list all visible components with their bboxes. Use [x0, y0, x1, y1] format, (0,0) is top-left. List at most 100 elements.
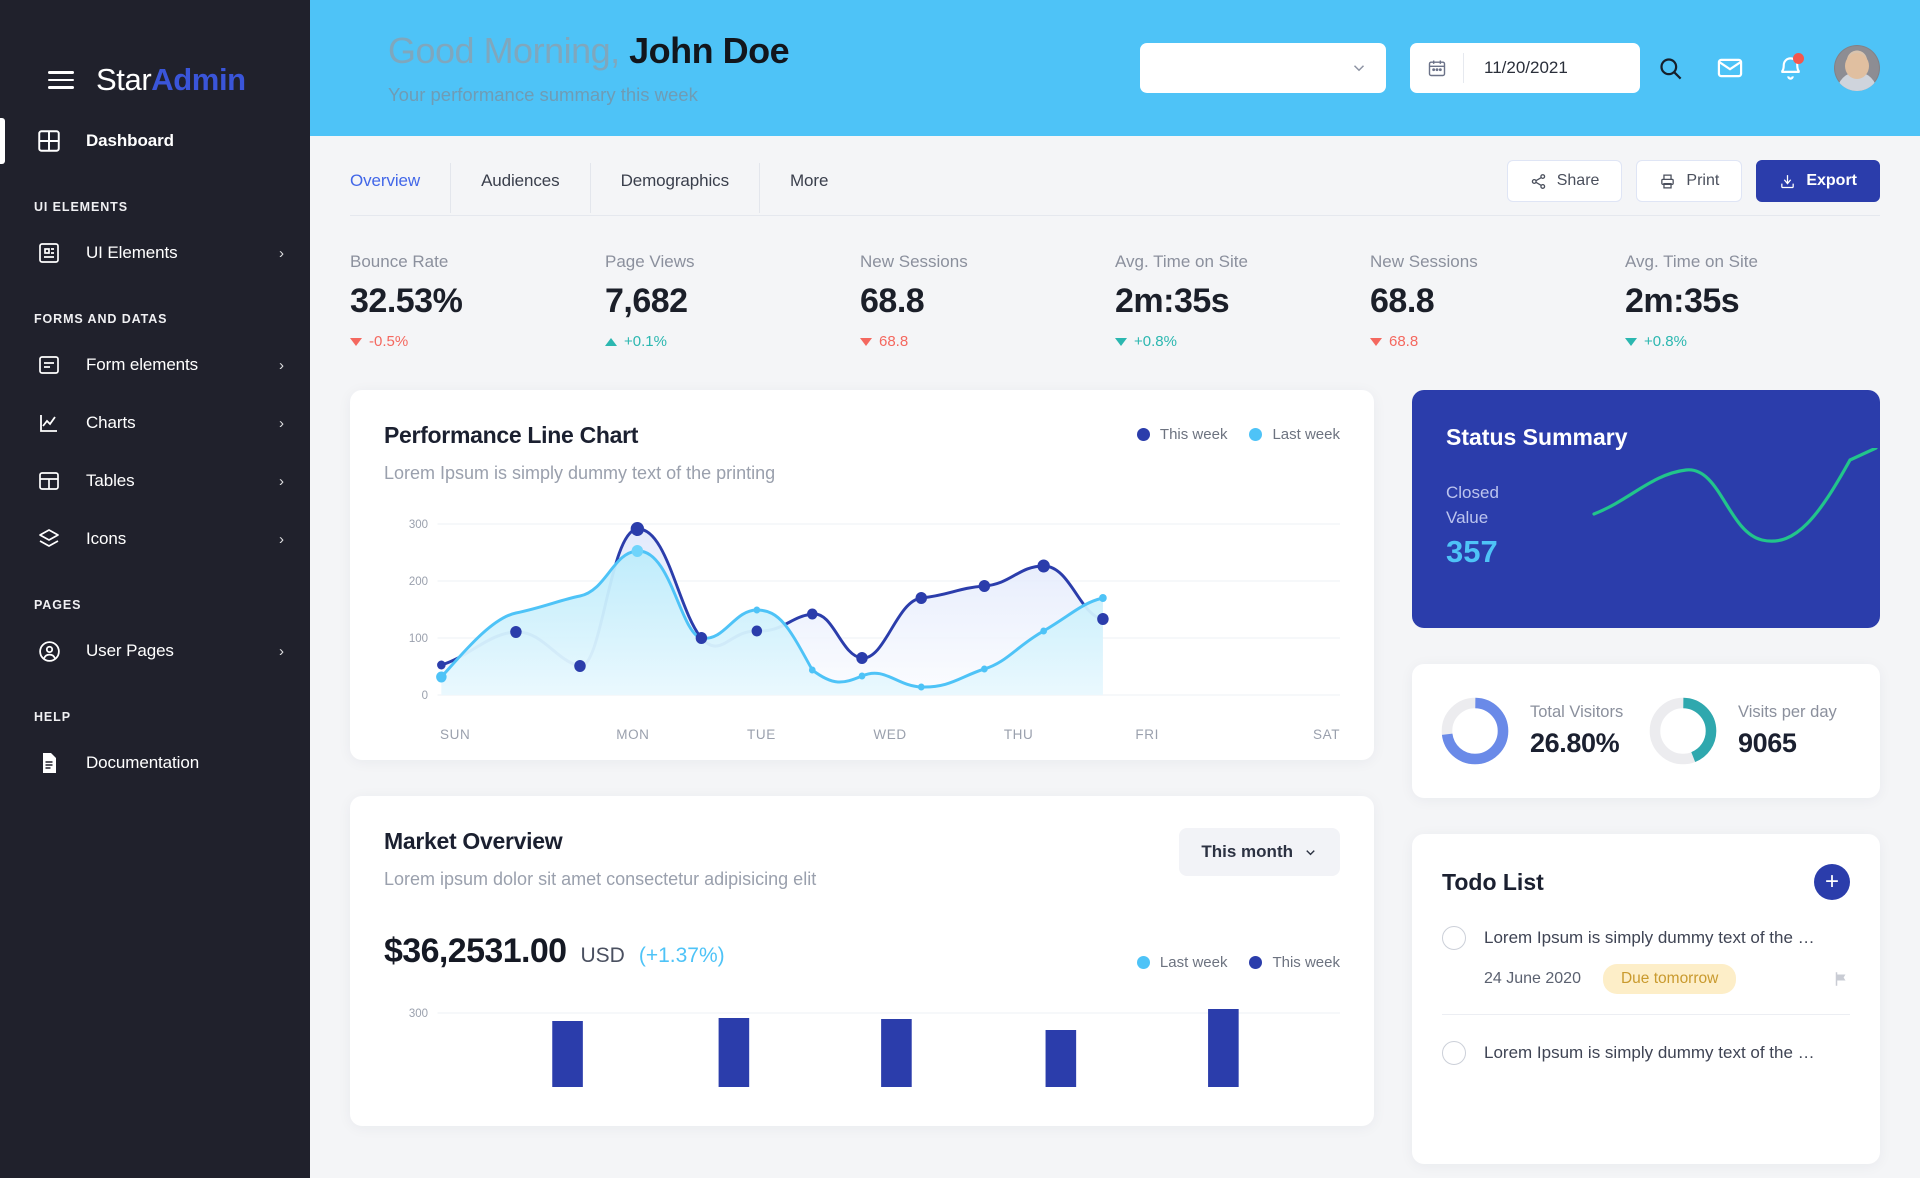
svg-text:200: 200 [409, 575, 429, 588]
x-tick: SAT [1312, 727, 1341, 742]
list-item[interactable]: Lorem Ipsum is simply dummy text of the … [1442, 900, 1850, 1015]
legend-item: Last week [1136, 954, 1227, 971]
market-legend: Last week This week [1136, 950, 1340, 971]
list-item[interactable]: Lorem Ipsum is simply dummy text of the … [1442, 1015, 1850, 1085]
status-summary-card: Status Summary Closed Value 357 [1412, 390, 1880, 628]
print-button[interactable]: Print [1636, 160, 1743, 202]
chevron-down-icon [1353, 65, 1365, 72]
todo-meta: 24 June 2020 Due tomorrow [1442, 964, 1850, 994]
sidebar-item-tables[interactable]: Tables › [0, 452, 310, 510]
kpi-avg-time-1: Avg. Time on Site 2m:35s +0.8% [1115, 252, 1370, 350]
brand: StarAdmin [0, 0, 310, 112]
sidebar-item-form-elements[interactable]: Form elements › [0, 336, 310, 394]
trend-down-icon [350, 337, 362, 346]
brand-star: Star [96, 62, 152, 97]
sidebar-item-label: Dashboard [86, 131, 174, 150]
trend-down-icon [1625, 337, 1637, 346]
date-picker[interactable]: 11/20/2021 [1410, 43, 1640, 93]
export-label: Export [1806, 172, 1857, 189]
todo-line: Lorem Ipsum is simply dummy text of the … [1442, 926, 1850, 950]
tab-demographics[interactable]: Demographics [591, 163, 760, 213]
print-label: Print [1686, 172, 1720, 189]
kpi-new-sessions-2: New Sessions 68.8 68.8 [1370, 252, 1625, 350]
kpi-delta: -0.5% [350, 333, 605, 350]
search-icon[interactable] [1640, 43, 1700, 93]
legend-label: This week [1159, 426, 1228, 443]
chevron-down-icon [1306, 849, 1315, 855]
donut-total-visitors: Total Visitors 26.80% [1438, 694, 1646, 768]
chevron-right-icon: › [279, 244, 284, 262]
market-amount-row: $36,2531.00 USD (+1.37%) Last week This … [384, 890, 1340, 971]
sidebar-item-label: Icons [86, 529, 127, 548]
kpi-label: New Sessions [1370, 252, 1478, 271]
sidebar-item-icons[interactable]: Icons › [0, 510, 310, 568]
sidebar-item-ui-elements[interactable]: UI Elements › [0, 224, 310, 282]
status-badge: Due tomorrow [1602, 964, 1737, 994]
tab-audiences[interactable]: Audiences [451, 163, 591, 213]
chevron-right-icon: › [279, 414, 284, 432]
avatar[interactable] [1834, 45, 1880, 91]
export-icon [1781, 174, 1795, 188]
total-visitors-donut [1441, 697, 1509, 765]
export-button[interactable]: Export [1756, 160, 1880, 202]
donut-label: Total Visitors [1530, 703, 1624, 721]
legend-dot [1249, 428, 1263, 441]
trend-up-icon [605, 337, 617, 346]
kpi-delta-text: 68.8 [1389, 333, 1419, 350]
kpi-value: 68.8 [1370, 282, 1435, 320]
period-select[interactable] [1140, 43, 1386, 93]
card-header: Performance Line Chart Lorem Ipsum is si… [384, 422, 1340, 484]
sidebar-section-help: HELP [34, 710, 71, 724]
market-plot: 300 [384, 997, 1340, 1100]
kpi-delta-text: +0.1% [624, 333, 667, 350]
sidebar-item-label: Documentation [86, 753, 200, 772]
calendar-icon [1410, 53, 1464, 83]
todo-text: Lorem Ipsum is simply dummy text of the … [1484, 928, 1815, 947]
card-title: Market Overview [384, 828, 563, 854]
sidebar-item-user-pages[interactable]: User Pages › [0, 622, 310, 680]
svg-text:300: 300 [409, 1007, 429, 1020]
topbar-controls: 11/20/2021 [1140, 43, 1880, 93]
add-todo-button[interactable]: + [1814, 864, 1850, 900]
x-tick: SUN [440, 727, 471, 742]
market-change: (+1.37%) [638, 944, 725, 967]
sidebar-item-documentation[interactable]: Documentation [0, 734, 310, 792]
flag-icon[interactable] [1832, 970, 1850, 988]
sidebar-section-forms-and-datas: FORMS AND DATAS [34, 312, 168, 326]
tab-more[interactable]: More [760, 163, 858, 213]
share-button[interactable]: Share [1506, 160, 1623, 202]
mail-icon[interactable] [1700, 43, 1760, 93]
svg-text:300: 300 [409, 518, 429, 531]
card-header: Market Overview Lorem ipsum dolor sit am… [384, 828, 1340, 890]
todo-checkbox[interactable] [1442, 1041, 1466, 1065]
chart-icon [34, 408, 64, 438]
tab-overview[interactable]: Overview [350, 163, 452, 213]
todo-checkbox[interactable] [1442, 926, 1466, 950]
chevron-right-icon: › [279, 472, 284, 490]
kpi-row: Bounce Rate 32.53% -0.5% Page Views 7,68… [350, 216, 1880, 350]
share-icon [1531, 173, 1545, 189]
kpi-delta: +0.8% [1115, 333, 1370, 350]
status-sparkline [1592, 448, 1878, 543]
status-summary-title: Status Summary [1446, 424, 1628, 450]
sidebar-item-charts[interactable]: Charts › [0, 394, 310, 452]
topbar: Good Morning, John Doe Your performance … [310, 0, 1920, 136]
bell-icon[interactable] [1760, 43, 1820, 93]
todo-line: Lorem Ipsum is simply dummy text of the … [1442, 1041, 1850, 1065]
sidebar-item-label: Tables [86, 471, 135, 490]
sidebar-item-label: Form elements [86, 355, 199, 374]
legend-label: Last week [1272, 426, 1340, 443]
card-title: Performance Line Chart [384, 422, 639, 448]
date-value: 11/20/2021 [1484, 58, 1568, 77]
kpi-label: Avg. Time on Site [1115, 252, 1248, 271]
legend-dot [1249, 956, 1263, 969]
left-column: Performance Line Chart Lorem Ipsum is si… [350, 390, 1374, 1164]
right-column: Status Summary Closed Value 357 Total Vi… [1412, 390, 1880, 1164]
performance-line-chart-card: Performance Line Chart Lorem Ipsum is si… [350, 390, 1374, 760]
hamburger-menu-icon[interactable] [48, 71, 74, 89]
market-period-dropdown[interactable]: This month [1179, 828, 1340, 876]
kpi-value: 2m:35s [1115, 282, 1230, 320]
form-icon [34, 350, 64, 380]
sidebar-item-dashboard[interactable]: Dashboard [0, 112, 310, 170]
greeting-subtitle: Your performance summary this week [388, 84, 698, 105]
